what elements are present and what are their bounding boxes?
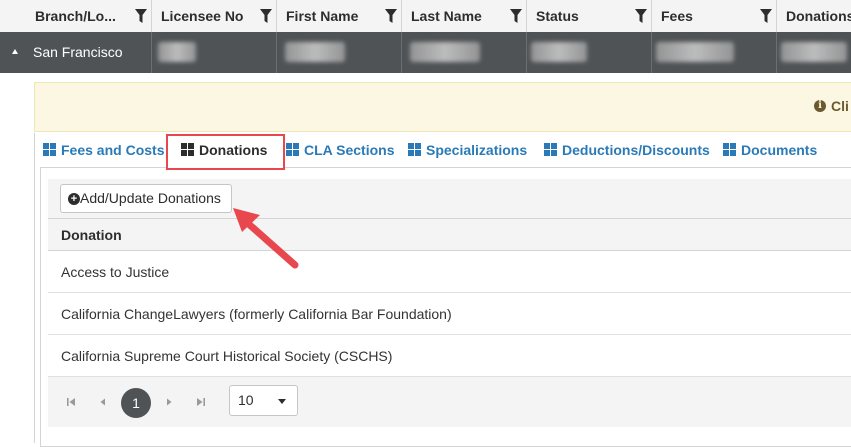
filter-icon[interactable] bbox=[135, 9, 147, 23]
column-donations-label: Donations bbox=[786, 8, 851, 24]
tab-donations[interactable]: Donations bbox=[181, 133, 267, 167]
tab-label: Documents bbox=[741, 142, 818, 158]
table-row[interactable]: California ChangeLawyers (formerly Calif… bbox=[48, 293, 851, 335]
grid-header: Branch/Lo... Licensee No First Name Last… bbox=[0, 0, 851, 33]
page-size-value: 10 bbox=[238, 392, 254, 408]
column-licensee-no-label: Licensee No bbox=[161, 8, 244, 24]
table-row[interactable]: California Supreme Court Historical Soci… bbox=[48, 335, 851, 377]
column-last-name[interactable]: Last Name bbox=[402, 0, 527, 32]
group-cell-status bbox=[527, 32, 652, 73]
donation-column-header[interactable]: Donation bbox=[48, 219, 851, 251]
filter-icon[interactable] bbox=[510, 9, 522, 23]
column-branch[interactable]: Branch/Lo... bbox=[26, 0, 152, 32]
info-notice: i Cli bbox=[34, 82, 851, 132]
add-button-label: Add/Update Donations bbox=[80, 190, 221, 206]
notice-text: Cli bbox=[831, 98, 849, 114]
grid-icon bbox=[723, 143, 736, 156]
group-row[interactable]: San Francisco bbox=[0, 32, 851, 73]
group-cell-branch: San Francisco bbox=[0, 32, 152, 73]
tab-fees-and-costs[interactable]: Fees and Costs bbox=[43, 133, 164, 167]
column-status-label: Status bbox=[536, 8, 579, 24]
last-page-button[interactable] bbox=[187, 388, 215, 416]
group-cell-last-name bbox=[402, 32, 527, 73]
next-page-button[interactable] bbox=[155, 388, 183, 416]
expand-icon[interactable] bbox=[12, 49, 18, 54]
tab-label: Specializations bbox=[426, 142, 528, 158]
current-page[interactable]: 1 bbox=[121, 388, 151, 418]
column-last-name-label: Last Name bbox=[411, 8, 482, 24]
column-fees[interactable]: Fees bbox=[652, 0, 777, 32]
pager: 1 10 bbox=[48, 377, 851, 427]
column-licensee-no[interactable]: Licensee No bbox=[152, 0, 277, 32]
donation-name: California ChangeLawyers (formerly Calif… bbox=[61, 306, 452, 322]
page-size-select[interactable]: 10 bbox=[229, 385, 298, 416]
group-cell-licensee bbox=[152, 32, 277, 73]
tab-cla-sections[interactable]: CLA Sections bbox=[286, 133, 395, 167]
tab-label: Deductions/Discounts bbox=[562, 142, 710, 158]
tab-label: Fees and Costs bbox=[61, 142, 165, 158]
add-update-donations-button[interactable]: + Add/Update Donations bbox=[60, 184, 232, 213]
column-status[interactable]: Status bbox=[527, 0, 652, 32]
grid-icon bbox=[544, 143, 557, 156]
first-page-icon bbox=[67, 398, 75, 406]
filter-icon[interactable] bbox=[260, 9, 272, 23]
donation-name: California Supreme Court Historical Soci… bbox=[61, 348, 393, 364]
column-first-name-label: First Name bbox=[286, 8, 359, 24]
chevron-down-icon bbox=[278, 399, 286, 404]
group-row-label: San Francisco bbox=[33, 44, 123, 60]
donation-name: Access to Justice bbox=[61, 264, 170, 280]
column-fees-label: Fees bbox=[661, 8, 693, 24]
plus-circle-icon: + bbox=[68, 193, 80, 205]
group-cell-first-name bbox=[277, 32, 402, 73]
group-cell-fees bbox=[652, 32, 777, 73]
info-icon: i bbox=[814, 100, 826, 112]
tab-label: CLA Sections bbox=[304, 142, 395, 158]
tab-documents[interactable]: Documents bbox=[723, 133, 817, 167]
grid-icon bbox=[286, 143, 299, 156]
prev-page-button[interactable] bbox=[89, 388, 117, 416]
grid-icon bbox=[43, 143, 56, 156]
next-page-icon bbox=[167, 398, 172, 406]
tab-deductions-discounts[interactable]: Deductions/Discounts bbox=[544, 133, 710, 167]
grid-icon bbox=[181, 143, 194, 156]
column-branch-label: Branch/Lo... bbox=[35, 8, 116, 24]
tab-label: Donations bbox=[199, 142, 268, 158]
column-first-name[interactable]: First Name bbox=[277, 0, 402, 32]
first-page-button[interactable] bbox=[57, 388, 85, 416]
filter-icon[interactable] bbox=[760, 9, 772, 23]
detail-panel: Fees and Costs Donations CLA Sections Sp… bbox=[34, 133, 851, 447]
last-page-icon bbox=[197, 398, 205, 406]
grid-icon bbox=[408, 143, 421, 156]
column-donations[interactable]: Donations bbox=[777, 0, 851, 32]
filter-icon[interactable] bbox=[385, 9, 397, 23]
table-row[interactable]: Access to Justice bbox=[48, 251, 851, 293]
prev-page-icon bbox=[100, 398, 105, 406]
tab-specializations[interactable]: Specializations bbox=[408, 133, 527, 167]
filter-icon[interactable] bbox=[635, 9, 647, 23]
group-cell-donations bbox=[777, 32, 851, 73]
tab-strip: Fees and Costs Donations CLA Sections Sp… bbox=[35, 133, 851, 167]
